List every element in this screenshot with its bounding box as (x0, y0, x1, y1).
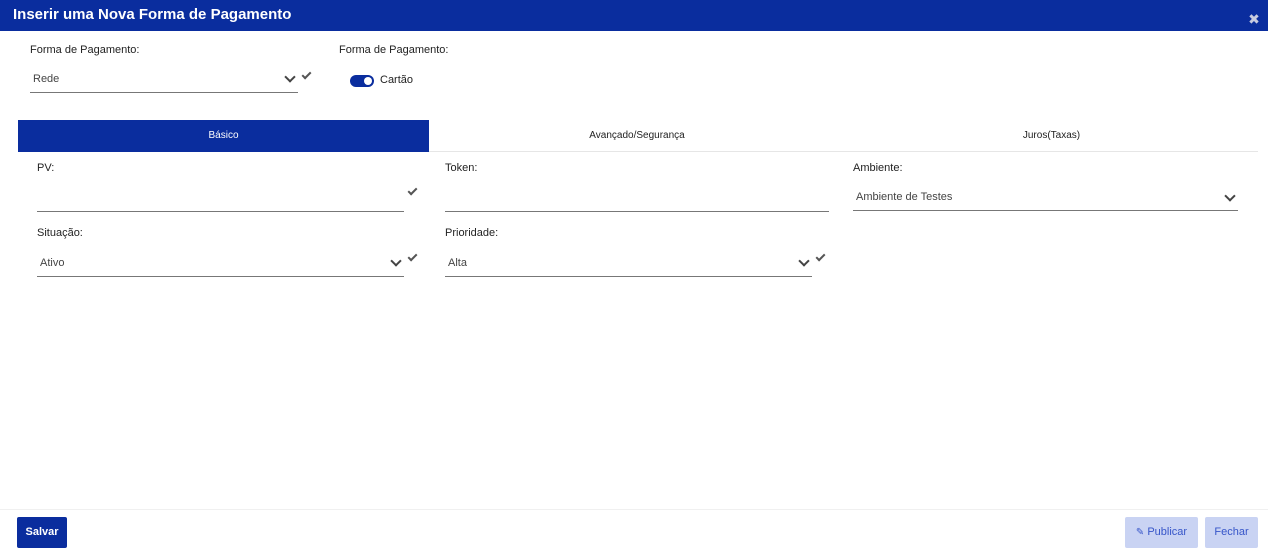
close-icon[interactable]: ✖ (1248, 12, 1260, 26)
chevron-down-icon (1224, 190, 1236, 202)
ambiente-label: Ambiente: (853, 162, 903, 174)
check-icon (815, 251, 826, 262)
cartao-toggle[interactable] (350, 75, 374, 87)
chevron-down-icon (798, 255, 810, 267)
check-icon (407, 251, 418, 262)
prioridade-select[interactable]: Alta (445, 251, 812, 277)
forma-pagamento-select[interactable]: Rede (30, 67, 298, 93)
prioridade-label: Prioridade: (445, 227, 499, 239)
situacao-select[interactable]: Ativo (37, 251, 404, 277)
save-button[interactable]: Salvar (17, 517, 67, 548)
tab-juros-taxas[interactable]: Juros(Taxas) (845, 120, 1258, 152)
modal-header: Inserir uma Nova Forma de Pagamento ✖ (0, 0, 1268, 31)
forma-pagamento-label: Forma de Pagamento: (30, 44, 140, 56)
token-label: Token: (445, 162, 478, 174)
forma-pagamento-value: Rede (33, 73, 60, 85)
tab-basico[interactable]: Básico (18, 120, 429, 152)
situacao-value: Ativo (40, 257, 65, 269)
ambiente-select[interactable]: Ambiente de Testes (853, 185, 1238, 211)
pin-icon: ✎ (1135, 527, 1145, 538)
forma-pagamento-toggle-label: Forma de Pagamento: (339, 44, 449, 56)
chevron-down-icon (284, 71, 296, 83)
tab-bar: Básico Avançado/Segurança Juros(Taxas) (18, 120, 1258, 152)
publish-button-label: Publicar (1147, 526, 1188, 538)
token-input[interactable] (445, 186, 829, 212)
chevron-down-icon (390, 255, 402, 267)
check-icon (407, 185, 418, 196)
close-button[interactable]: Fechar (1205, 517, 1258, 548)
pv-label: PV: (37, 162, 55, 174)
footer-divider (0, 509, 1268, 510)
modal-title: Inserir uma Nova Forma de Pagamento (13, 6, 292, 23)
pv-input[interactable] (37, 186, 404, 212)
check-icon (301, 69, 312, 80)
situacao-label: Situação: (37, 227, 83, 239)
toggle-knob (364, 77, 372, 85)
publish-button[interactable]: ✎ Publicar (1125, 517, 1198, 548)
ambiente-value: Ambiente de Testes (856, 191, 953, 203)
cartao-toggle-text: Cartão (380, 74, 414, 86)
prioridade-value: Alta (448, 257, 467, 269)
tab-avancado-seguranca[interactable]: Avançado/Segurança (429, 120, 845, 152)
